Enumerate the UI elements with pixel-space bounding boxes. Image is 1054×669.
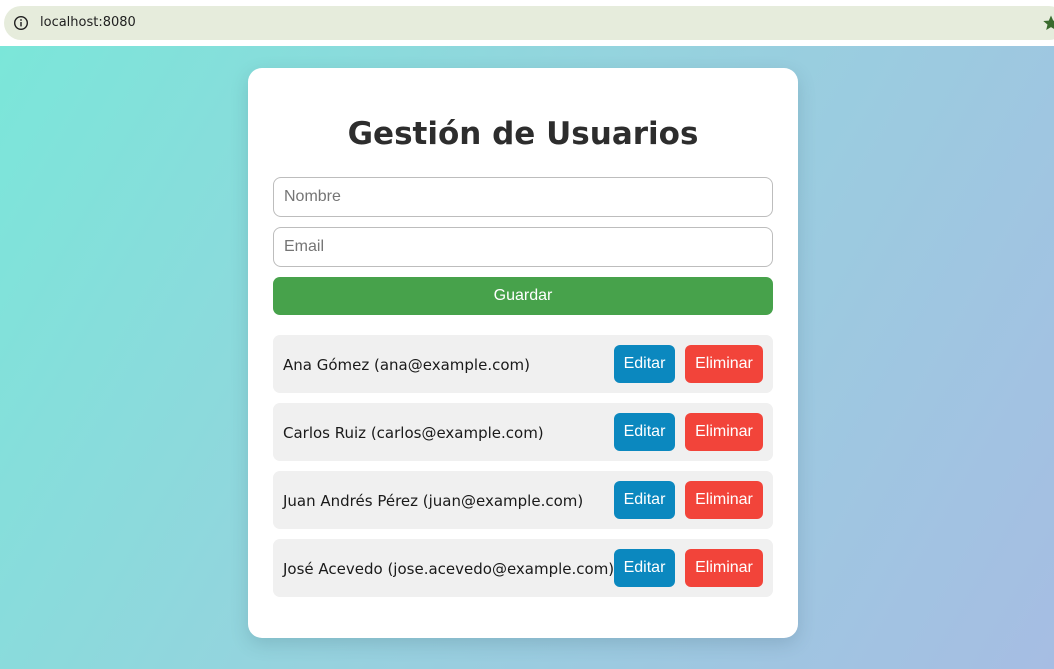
page-title: Gestión de Usuarios — [347, 116, 699, 152]
edit-button[interactable]: Editar — [614, 549, 675, 587]
star-icon[interactable] — [1042, 14, 1054, 32]
user-info: José Acevedo (jose.acevedo@example.com) — [283, 560, 615, 578]
edit-button[interactable]: Editar — [614, 413, 675, 451]
info-icon[interactable] — [13, 15, 29, 31]
user-row: Carlos Ruiz (carlos@example.com) Editar … — [273, 403, 773, 461]
user-info: Ana Gómez (ana@example.com) — [283, 356, 530, 374]
email-input[interactable] — [273, 227, 773, 267]
user-list: Ana Gómez (ana@example.com) Editar Elimi… — [273, 335, 773, 607]
address-bar[interactable] — [4, 6, 1054, 40]
edit-button[interactable]: Editar — [614, 345, 675, 383]
user-row: Ana Gómez (ana@example.com) Editar Elimi… — [273, 335, 773, 393]
delete-button[interactable]: Eliminar — [685, 413, 763, 451]
user-management-card: Gestión de Usuarios Guardar Ana Gómez (a… — [248, 68, 798, 638]
name-input[interactable] — [273, 177, 773, 217]
delete-button[interactable]: Eliminar — [685, 481, 763, 519]
user-row: Juan Andrés Pérez (juan@example.com) Edi… — [273, 471, 773, 529]
edit-button[interactable]: Editar — [614, 481, 675, 519]
user-info: Carlos Ruiz (carlos@example.com) — [283, 424, 544, 442]
delete-button[interactable]: Eliminar — [685, 345, 763, 383]
user-row: José Acevedo (jose.acevedo@example.com) … — [273, 539, 773, 597]
user-info: Juan Andrés Pérez (juan@example.com) — [283, 492, 584, 510]
save-button[interactable]: Guardar — [273, 277, 773, 315]
browser-toolbar: localhost:8080 — [0, 0, 1054, 46]
delete-button[interactable]: Eliminar — [685, 549, 763, 587]
url-text[interactable]: localhost:8080 — [40, 14, 136, 32]
